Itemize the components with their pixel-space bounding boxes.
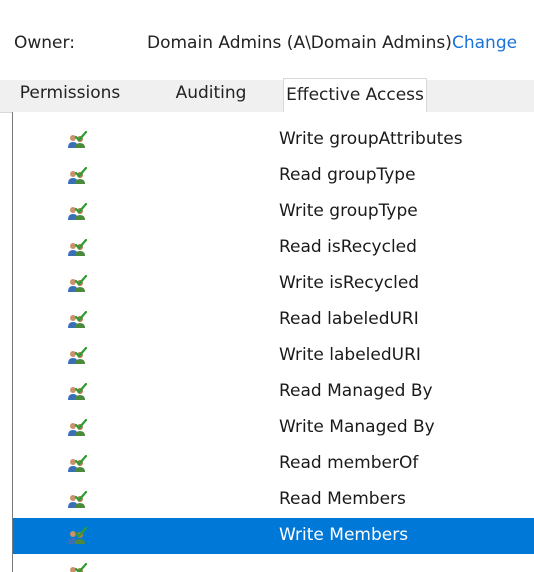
user-group-check-icon	[67, 238, 88, 257]
permission-row[interactable]: Read labeledURI	[13, 302, 534, 338]
permission-label: Write groupAttributes	[279, 129, 463, 149]
permission-label: Read Managed By	[279, 381, 433, 401]
owner-value: Domain Admins (A\Domain Admins)	[147, 33, 452, 53]
user-group-check-icon	[67, 490, 88, 509]
permission-row[interactable]: Write Managed By	[13, 410, 534, 446]
permission-row[interactable]: Write Members	[13, 518, 534, 554]
user-group-check-icon	[67, 310, 88, 329]
permission-label: Read Members	[279, 489, 406, 509]
user-group-check-icon	[67, 166, 88, 185]
permission-label: Write isRecycled	[279, 273, 420, 293]
permission-row[interactable]: Write labeledURI	[13, 338, 534, 374]
permission-row[interactable]: Read Managed By	[13, 374, 534, 410]
owner-label: Owner:	[14, 33, 75, 53]
user-group-check-icon	[67, 454, 88, 473]
permission-row[interactable]: Write isRecycled	[13, 266, 534, 302]
permission-label: Read groupAttributes	[279, 112, 460, 113]
user-group-check-icon	[67, 130, 88, 149]
permission-row[interactable]: Read isRecycled	[13, 230, 534, 266]
tab-bar: Permissions Auditing Effective Access	[0, 78, 534, 113]
permission-row[interactable]: Read groupType	[13, 158, 534, 194]
tab-permissions[interactable]: Permissions	[0, 80, 140, 112]
permission-label: Read labeledURI	[279, 309, 419, 329]
user-group-check-icon	[67, 562, 88, 572]
permission-label: Write labeledURI	[279, 345, 421, 365]
permission-row[interactable]	[13, 554, 534, 572]
permission-row[interactable]: Read groupAttributes	[13, 112, 534, 122]
user-group-check-icon	[67, 418, 88, 437]
permission-label: Read memberOf	[279, 453, 419, 473]
permission-row[interactable]: Read memberOf	[13, 446, 534, 482]
user-group-check-icon	[67, 346, 88, 365]
user-group-check-icon	[67, 382, 88, 401]
permission-row[interactable]: Read Members	[13, 482, 534, 518]
user-group-check-icon	[67, 274, 88, 293]
permission-label: Read isRecycled	[279, 237, 417, 257]
permission-row[interactable]: Write groupType	[13, 194, 534, 230]
permission-row[interactable]: Write groupAttributes	[13, 122, 534, 158]
tab-auditing[interactable]: Auditing	[140, 80, 282, 112]
user-group-check-icon	[67, 526, 88, 545]
user-group-check-icon	[67, 112, 87, 113]
permission-label: Write groupType	[279, 201, 418, 221]
permission-label: Write Members	[279, 525, 409, 545]
change-owner-link[interactable]: Change	[452, 33, 517, 53]
user-group-check-icon	[67, 202, 88, 221]
permission-label: Write Managed By	[279, 417, 435, 437]
permissions-list[interactable]: Read groupAttributes Write groupAttribute…	[12, 112, 534, 572]
owner-row: Owner: Domain Admins (A\Domain Admins) C…	[0, 0, 534, 80]
tab-effective-access[interactable]: Effective Access	[283, 78, 427, 113]
permission-label: Read groupType	[279, 165, 416, 185]
